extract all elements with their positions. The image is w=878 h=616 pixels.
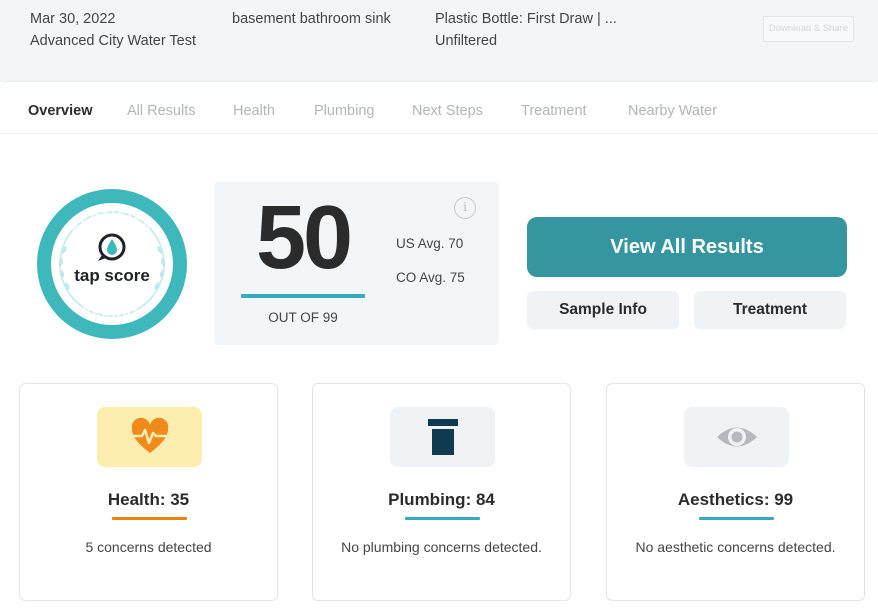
health-card[interactable]: Health: 35 5 concerns detected (19, 383, 278, 601)
aesthetics-icon-box (684, 407, 789, 467)
heart-pulse-icon (131, 417, 169, 453)
plumbing-icon-box (390, 407, 495, 467)
sample-treatment: Unfiltered (435, 33, 498, 49)
sample-info-button[interactable]: Sample Info (527, 291, 679, 329)
sample-location-col: basement bathroom sink (232, 8, 391, 30)
sample-container: Plastic Bottle: First Draw | ... (435, 11, 617, 27)
health-underline (112, 517, 187, 520)
plumbing-description: No plumbing concerns detected. (341, 539, 542, 555)
info-icon[interactable]: i (454, 197, 476, 219)
tab-overview[interactable]: Overview (28, 103, 93, 119)
aesthetics-score: Aesthetics: 99 (677, 490, 794, 509)
score-underline (241, 294, 365, 298)
health-icon-box (97, 407, 202, 467)
treatment-button[interactable]: Treatment (694, 291, 846, 329)
tab-treatment[interactable]: Treatment (521, 103, 587, 119)
plumbing-card[interactable]: Plumbing: 84 No plumbing concerns detect… (312, 383, 571, 601)
aesthetics-underline (699, 517, 774, 520)
tab-plumbing[interactable]: Plumbing (314, 103, 374, 119)
pipe-icon (428, 419, 458, 455)
tab-all-results[interactable]: All Results (127, 103, 196, 119)
download-share-button[interactable]: Download & Share (763, 16, 854, 42)
sample-date: Mar 30, 2022 (30, 11, 116, 27)
test-name: Advanced City Water Test (30, 33, 197, 49)
eye-icon (717, 427, 757, 447)
sample-header: Mar 30, 2022 Advanced City Water Test ba… (0, 0, 878, 82)
score-value: 50 (255, 188, 353, 288)
badge-seal: CERTIFIED REPORT tap score (37, 189, 187, 339)
tab-health[interactable]: Health (233, 103, 275, 119)
sample-location: basement bathroom sink (232, 11, 391, 27)
tap-score-panel: 50 OUT OF 99 US Avg. 70 CO Avg. 75 i (214, 182, 499, 345)
us-average: US Avg. 70 (396, 236, 464, 251)
tab-next-steps[interactable]: Next Steps (412, 103, 483, 119)
badge-brand: tap score (74, 266, 150, 285)
view-all-results-button[interactable]: View All Results (527, 217, 847, 277)
aesthetics-card[interactable]: Aesthetics: 99 No aesthetic concerns det… (606, 383, 865, 601)
plumbing-score: Plumbing: 84 (388, 490, 495, 509)
plumbing-underline (405, 517, 480, 520)
score-out-of: OUT OF 99 (268, 310, 338, 325)
report-tabs: Overview All Results Health Plumbing Nex… (0, 84, 878, 134)
health-description: 5 concerns detected (85, 539, 212, 555)
certified-report-badge: CERTIFIED REPORT tap score (36, 188, 188, 340)
co-average: CO Avg. 75 (396, 270, 465, 285)
health-score: Health: 35 (107, 490, 190, 509)
sample-date-and-test: Mar 30, 2022 Advanced City Water Test (30, 8, 196, 52)
aesthetics-description: No aesthetic concerns detected. (635, 539, 836, 555)
sample-container-col: Plastic Bottle: First Draw | ... Unfilte… (435, 8, 617, 52)
tab-nearby-water[interactable]: Nearby Water (628, 103, 717, 119)
